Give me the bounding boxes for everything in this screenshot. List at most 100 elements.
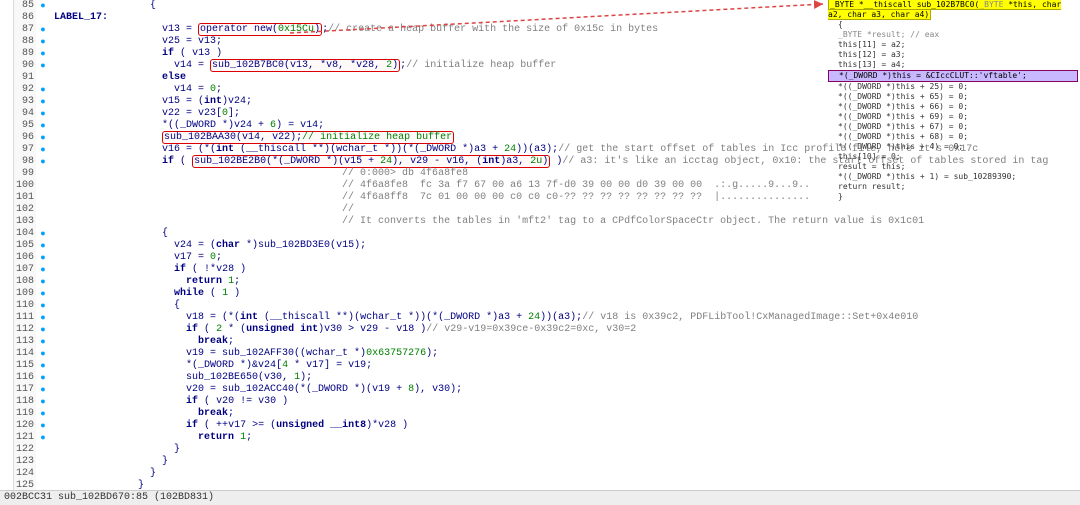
breakpoint-dot[interactable]: ● (36, 24, 50, 36)
code-line[interactable]: v20 = sub_102ACC40(*(_DWORD *)(v19 + 8),… (54, 384, 1080, 396)
line-number: 116 (14, 372, 34, 384)
breakpoint-dot[interactable] (36, 180, 50, 192)
code-line[interactable]: sub_102BE650(v30, 1); (54, 372, 1080, 384)
func-signature: _BYTE *__thiscall sub_102B7BC0(_BYTE *th… (828, 0, 1061, 20)
breakpoint-dot[interactable]: ● (36, 396, 50, 408)
line-number: 93 (14, 96, 34, 108)
breakpoint-dot[interactable]: ● (36, 0, 50, 12)
code-line[interactable]: *(_DWORD *)&v24[4 * v17] = v19; (54, 360, 1080, 372)
fold-gutter (0, 0, 14, 490)
breakpoint-dot[interactable]: ● (36, 288, 50, 300)
breakpoint-dot[interactable] (36, 468, 50, 480)
tooltip-line: *((_DWORD *)this + 1) = sub_10289390; (828, 172, 1078, 182)
code-line[interactable]: } (54, 456, 1080, 468)
breakpoint-dot[interactable] (36, 456, 50, 468)
line-number: 113 (14, 336, 34, 348)
breakpoint-dot[interactable]: ● (36, 156, 50, 168)
breakpoint-dot[interactable] (36, 204, 50, 216)
code-line[interactable]: // It converts the tables in 'mft2' tag … (54, 216, 1080, 228)
breakpoint-dot[interactable]: ● (36, 408, 50, 420)
tooltip-line: { (828, 20, 1078, 30)
line-number: 100 (14, 180, 34, 192)
line-number: 110 (14, 300, 34, 312)
tooltip-line: *((_DWORD *)this + 65) = 0; (828, 92, 1078, 102)
code-line[interactable]: { (54, 228, 1080, 240)
line-number: 101 (14, 192, 34, 204)
code-line[interactable]: v24 = (char *)sub_102BD3E0(v15); (54, 240, 1080, 252)
code-line[interactable]: if ( !*v28 ) (54, 264, 1080, 276)
code-line[interactable]: if ( v20 != v30 ) (54, 396, 1080, 408)
line-number: 87 (14, 24, 34, 36)
breakpoint-dot[interactable] (36, 168, 50, 180)
code-line[interactable]: } (54, 468, 1080, 480)
code-line[interactable]: if ( ++v17 >= (unsigned __int8)*v28 ) (54, 420, 1080, 432)
breakpoint-gutter[interactable]: ●●●●●●●●●●●●●●●●●●●●●●●●●●●●●● (36, 0, 50, 490)
breakpoint-dot[interactable]: ● (36, 276, 50, 288)
code-line[interactable]: return 1; (54, 432, 1080, 444)
tooltip-line: *((_DWORD *)this + 68) = 0; (828, 132, 1078, 142)
breakpoint-dot[interactable]: ● (36, 384, 50, 396)
breakpoint-dot[interactable] (36, 444, 50, 456)
breakpoint-dot[interactable]: ● (36, 312, 50, 324)
line-number: 89 (14, 48, 34, 60)
breakpoint-dot[interactable]: ● (36, 264, 50, 276)
breakpoint-dot[interactable] (36, 216, 50, 228)
status-text: 002BCC31 sub_102BD670:85 (102BD831) (4, 492, 214, 503)
breakpoint-dot[interactable] (36, 192, 50, 204)
code-line[interactable]: // (54, 204, 1080, 216)
line-number: 90 (14, 60, 34, 72)
line-number: 122 (14, 444, 34, 456)
breakpoint-dot[interactable]: ● (36, 120, 50, 132)
breakpoint-dot[interactable]: ● (36, 240, 50, 252)
breakpoint-dot[interactable]: ● (36, 324, 50, 336)
code-line[interactable]: v18 = (*(int (__thiscall **)(wchar_t *))… (54, 312, 1080, 324)
breakpoint-dot[interactable]: ● (36, 252, 50, 264)
tooltip-line: this[12] = a3; (828, 50, 1078, 60)
tooltip-line: *((_DWORD *)this + 66) = 0; (828, 102, 1078, 112)
breakpoint-dot[interactable]: ● (36, 144, 50, 156)
breakpoint-dot[interactable]: ● (36, 228, 50, 240)
breakpoint-dot[interactable]: ● (36, 360, 50, 372)
breakpoint-dot[interactable]: ● (36, 84, 50, 96)
code-line[interactable]: return 1; (54, 276, 1080, 288)
breakpoint-dot[interactable]: ● (36, 96, 50, 108)
line-number: 117 (14, 384, 34, 396)
breakpoint-dot[interactable]: ● (36, 336, 50, 348)
code-line[interactable]: v19 = sub_102AFF30((wchar_t *)0x63757276… (54, 348, 1080, 360)
code-line[interactable]: } (54, 444, 1080, 456)
line-number: 112 (14, 324, 34, 336)
code-line[interactable]: { (54, 300, 1080, 312)
tooltip-line: *((_DWORD *)this + 4) = 0; (828, 142, 1078, 152)
breakpoint-dot[interactable]: ● (36, 108, 50, 120)
breakpoint-dot[interactable]: ● (36, 300, 50, 312)
breakpoint-dot[interactable]: ● (36, 60, 50, 72)
breakpoint-dot[interactable]: ● (36, 48, 50, 60)
breakpoint-dot[interactable]: ● (36, 420, 50, 432)
breakpoint-dot[interactable]: ● (36, 348, 50, 360)
code-line[interactable]: while ( 1 ) (54, 288, 1080, 300)
tooltip-line: this[10] = 0; (828, 152, 1078, 162)
tooltip-line: this[11] = a2; (828, 40, 1078, 50)
tooltip-line: } (828, 192, 1078, 202)
line-number: 95 (14, 120, 34, 132)
code-line[interactable]: v17 = 0; (54, 252, 1080, 264)
line-number: 118 (14, 396, 34, 408)
breakpoint-dot[interactable]: ● (36, 372, 50, 384)
line-number: 124 (14, 468, 34, 480)
breakpoint-dot[interactable] (36, 72, 50, 84)
breakpoint-dot[interactable] (36, 12, 50, 24)
code-line[interactable]: break; (54, 408, 1080, 420)
breakpoint-dot[interactable]: ● (36, 132, 50, 144)
line-number: 109 (14, 288, 34, 300)
line-number: 106 (14, 252, 34, 264)
line-number: 102 (14, 204, 34, 216)
line-number: 99 (14, 168, 34, 180)
line-number: 108 (14, 276, 34, 288)
code-line[interactable]: break; (54, 336, 1080, 348)
line-number: 96 (14, 132, 34, 144)
code-line[interactable]: if ( 2 * (unsigned int)v30 > v29 - v18 )… (54, 324, 1080, 336)
line-number: 103 (14, 216, 34, 228)
line-number: 121 (14, 432, 34, 444)
breakpoint-dot[interactable]: ● (36, 36, 50, 48)
breakpoint-dot[interactable]: ● (36, 432, 50, 444)
